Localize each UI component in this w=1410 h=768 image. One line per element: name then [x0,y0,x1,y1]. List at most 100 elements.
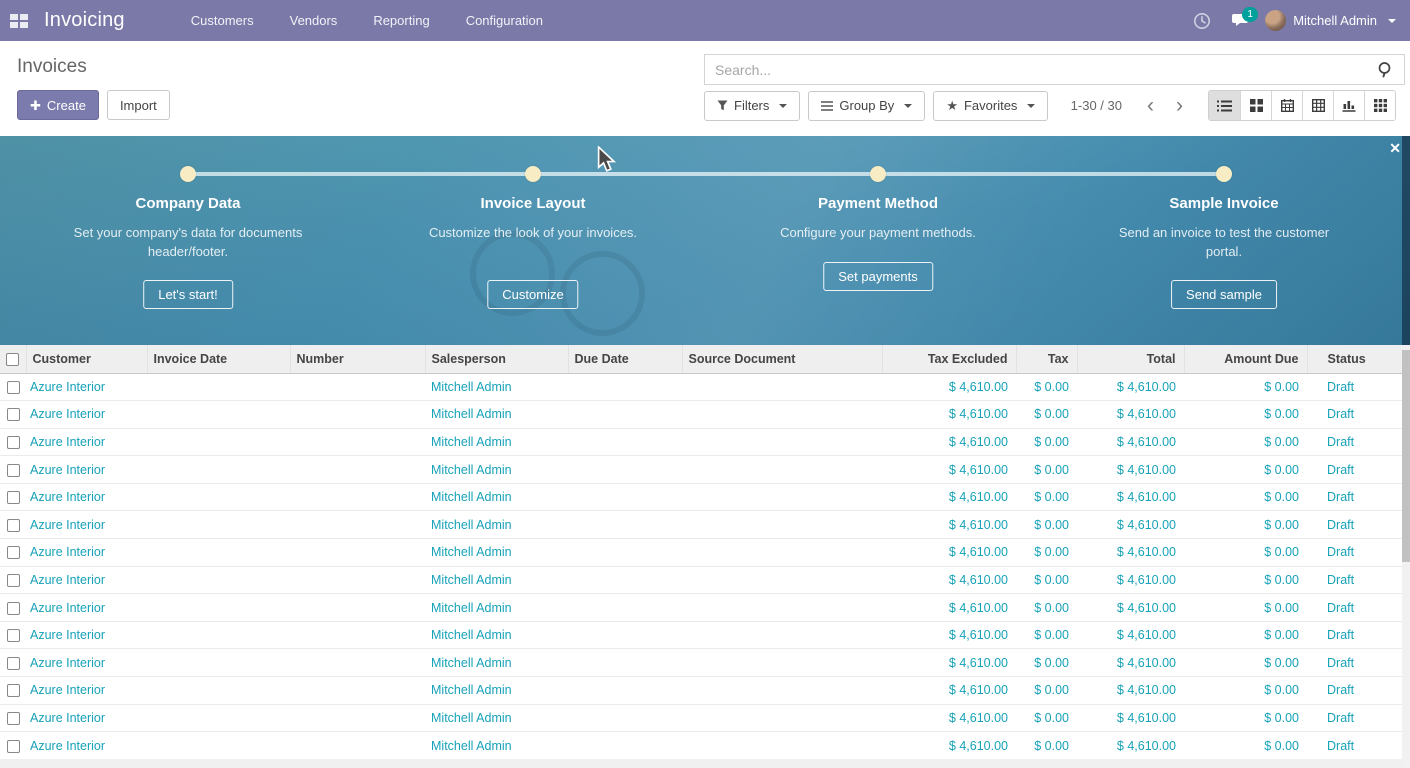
menu-configuration[interactable]: Configuration [448,0,561,41]
close-icon[interactable]: ✕ [1389,139,1401,157]
invoice-row[interactable]: Azure Interior Mitchell Admin $ 4,610.00… [0,594,1410,622]
cell-number[interactable] [290,456,425,484]
cell-number[interactable] [290,483,425,511]
cell-invoice-date[interactable] [147,594,290,622]
cell-invoice-date[interactable] [147,704,290,732]
cell-status[interactable]: Draft [1307,621,1410,649]
cell-amount-due[interactable]: $ 0.00 [1184,704,1307,732]
cell-amount-due[interactable]: $ 0.00 [1184,566,1307,594]
cell-total[interactable]: $ 4,610.00 [1077,483,1184,511]
cell-status[interactable]: Draft [1307,511,1410,539]
cell-salesperson[interactable]: Mitchell Admin [425,704,568,732]
cell-number[interactable] [290,566,425,594]
cell-source-document[interactable] [682,428,882,456]
vertical-scrollbar[interactable] [1402,136,1410,768]
cell-invoice-date[interactable] [147,511,290,539]
cell-tax[interactable]: $ 0.00 [1016,401,1077,429]
cell-amount-due[interactable]: $ 0.00 [1184,401,1307,429]
cell-tax-excluded[interactable]: $ 4,610.00 [882,483,1016,511]
cell-total[interactable]: $ 4,610.00 [1077,704,1184,732]
cell-tax-excluded[interactable]: $ 4,610.00 [882,566,1016,594]
col-salesperson[interactable]: Salesperson [425,345,568,373]
cell-status[interactable]: Draft [1307,401,1410,429]
cell-invoice-date[interactable] [147,401,290,429]
invoice-row[interactable]: Azure Interior Mitchell Admin $ 4,610.00… [0,511,1410,539]
menu-vendors[interactable]: Vendors [272,0,356,41]
cell-customer[interactable]: Azure Interior [26,483,147,511]
cell-due-date[interactable] [568,511,682,539]
cell-tax[interactable]: $ 0.00 [1016,732,1077,760]
cell-customer[interactable]: Azure Interior [26,649,147,677]
cell-due-date[interactable] [568,704,682,732]
cell-salesperson[interactable]: Mitchell Admin [425,621,568,649]
send-sample-button[interactable]: Send sample [1171,280,1277,309]
cell-source-document[interactable] [682,594,882,622]
cell-customer[interactable]: Azure Interior [26,401,147,429]
row-checkbox[interactable] [7,464,20,477]
cell-customer[interactable]: Azure Interior [26,594,147,622]
cell-tax-excluded[interactable]: $ 4,610.00 [882,373,1016,401]
cell-total[interactable]: $ 4,610.00 [1077,401,1184,429]
cell-salesperson[interactable]: Mitchell Admin [425,649,568,677]
cell-source-document[interactable] [682,373,882,401]
row-checkbox[interactable] [7,408,20,421]
col-number[interactable]: Number [290,345,425,373]
cell-customer[interactable]: Azure Interior [26,428,147,456]
pivot-view-icon[interactable] [1302,91,1333,120]
cell-status[interactable]: Draft [1307,594,1410,622]
cell-source-document[interactable] [682,566,882,594]
menu-reporting[interactable]: Reporting [355,0,447,41]
cell-customer[interactable]: Azure Interior [26,677,147,705]
cell-tax-excluded[interactable]: $ 4,610.00 [882,732,1016,760]
cell-invoice-date[interactable] [147,428,290,456]
col-tax-excluded[interactable]: Tax Excluded [882,345,1016,373]
cell-salesperson[interactable]: Mitchell Admin [425,373,568,401]
cell-salesperson[interactable]: Mitchell Admin [425,483,568,511]
invoice-row[interactable]: Azure Interior Mitchell Admin $ 4,610.00… [0,649,1410,677]
cell-tax[interactable]: $ 0.00 [1016,456,1077,484]
cell-invoice-date[interactable] [147,456,290,484]
cell-source-document[interactable] [682,539,882,567]
cell-source-document[interactable] [682,483,882,511]
cell-invoice-date[interactable] [147,621,290,649]
cell-due-date[interactable] [568,649,682,677]
cell-status[interactable]: Draft [1307,456,1410,484]
activity-view-icon[interactable] [1364,91,1395,120]
row-checkbox[interactable] [7,519,20,532]
cell-source-document[interactable] [682,704,882,732]
cell-tax[interactable]: $ 0.00 [1016,704,1077,732]
cell-status[interactable]: Draft [1307,649,1410,677]
cell-tax[interactable]: $ 0.00 [1016,621,1077,649]
cell-salesperson[interactable]: Mitchell Admin [425,539,568,567]
cell-total[interactable]: $ 4,610.00 [1077,621,1184,649]
cell-customer[interactable]: Azure Interior [26,456,147,484]
row-checkbox[interactable] [7,436,20,449]
select-all-checkbox[interactable] [6,353,19,366]
cell-status[interactable]: Draft [1307,704,1410,732]
cell-invoice-date[interactable] [147,566,290,594]
customize-button[interactable]: Customize [487,280,578,309]
cell-salesperson[interactable]: Mitchell Admin [425,456,568,484]
cell-tax[interactable]: $ 0.00 [1016,594,1077,622]
cell-amount-due[interactable]: $ 0.00 [1184,511,1307,539]
cell-invoice-date[interactable] [147,539,290,567]
cell-total[interactable]: $ 4,610.00 [1077,677,1184,705]
cell-total[interactable]: $ 4,610.00 [1077,732,1184,760]
invoice-row[interactable]: Azure Interior Mitchell Admin $ 4,610.00… [0,732,1410,760]
cell-due-date[interactable] [568,456,682,484]
cell-tax-excluded[interactable]: $ 4,610.00 [882,539,1016,567]
cell-due-date[interactable] [568,539,682,567]
cell-invoice-date[interactable] [147,649,290,677]
pager-next-icon[interactable]: › [1165,93,1194,119]
cell-status[interactable]: Draft [1307,373,1410,401]
apps-menu-icon[interactable] [0,0,38,41]
cell-customer[interactable]: Azure Interior [26,511,147,539]
pager-previous-icon[interactable]: ‹ [1136,93,1165,119]
cell-total[interactable]: $ 4,610.00 [1077,428,1184,456]
cell-number[interactable] [290,649,425,677]
cell-tax[interactable]: $ 0.00 [1016,511,1077,539]
cell-tax-excluded[interactable]: $ 4,610.00 [882,456,1016,484]
cell-salesperson[interactable]: Mitchell Admin [425,594,568,622]
invoice-row[interactable]: Azure Interior Mitchell Admin $ 4,610.00… [0,566,1410,594]
cell-source-document[interactable] [682,621,882,649]
